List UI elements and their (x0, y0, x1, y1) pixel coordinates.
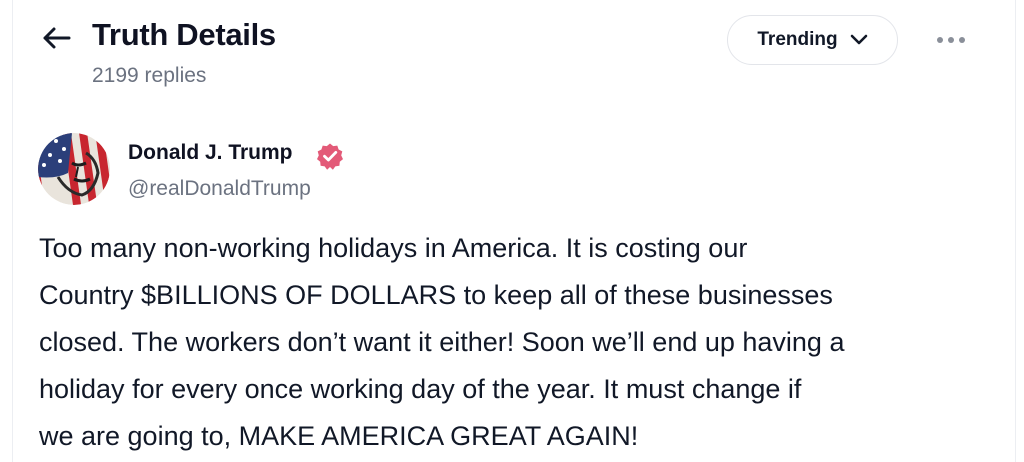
more-options-button[interactable] (930, 24, 972, 56)
back-button[interactable] (38, 20, 74, 56)
sort-dropdown-button[interactable]: Trending (727, 15, 898, 65)
post-text: Too many non-working holidays in America… (39, 233, 845, 451)
arrow-left-icon (43, 27, 71, 49)
avatar[interactable] (38, 133, 110, 205)
avatar-image (38, 133, 110, 205)
author-name[interactable]: Donald J. Trump (128, 141, 293, 165)
sort-label: Trending (757, 29, 838, 50)
chevron-down-icon (850, 34, 867, 45)
replies-count: 2199 replies (92, 64, 207, 87)
ellipsis-icon (937, 37, 943, 43)
page-title: Truth Details (92, 17, 276, 52)
author-handle[interactable]: @realDonaldTrump (128, 177, 311, 201)
ellipsis-icon (948, 37, 954, 43)
verified-badge-icon (317, 143, 343, 170)
ellipsis-icon (959, 37, 965, 43)
